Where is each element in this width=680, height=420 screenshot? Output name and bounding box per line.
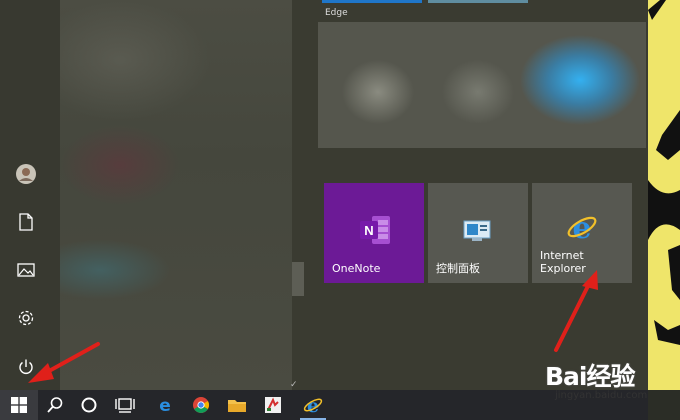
search-button[interactable]	[38, 390, 72, 420]
task-view-button[interactable]	[108, 390, 142, 420]
cortana-icon	[81, 397, 97, 413]
tile-onenote-label: OneNote	[332, 262, 381, 275]
power-icon[interactable]	[12, 353, 40, 381]
taskbar-edge[interactable]: e	[148, 390, 182, 420]
start-button[interactable]	[0, 390, 38, 420]
taskbar-file-explorer[interactable]	[220, 390, 254, 420]
watermark-logo: Bai经验	[545, 362, 636, 391]
taskbar-internet-explorer[interactable]: e	[296, 390, 330, 420]
windows-logo-icon	[11, 397, 27, 413]
app-list-scrollbar[interactable]	[292, 262, 304, 296]
taskbar-chrome[interactable]	[184, 390, 218, 420]
top-tile-blue[interactable]	[322, 0, 422, 3]
settings-gear-icon[interactable]	[12, 304, 40, 332]
task-view-icon	[115, 398, 135, 413]
tile-control-panel-label: 控制面板	[436, 262, 480, 275]
desktop-wallpaper	[648, 0, 680, 390]
start-menu: ✓ Edge N OneNote 控制面板 e Internet Explore…	[0, 0, 648, 390]
taskbar: e e	[0, 390, 648, 420]
file-explorer-icon	[228, 400, 246, 412]
cortana-button[interactable]	[72, 390, 106, 420]
pinned-app-icon	[265, 397, 281, 413]
taskbar-pinned-app[interactable]	[256, 390, 290, 420]
ie-icon: e	[303, 395, 323, 415]
watermark-url: jingyan.baidu.com	[555, 390, 648, 401]
tile-onenote[interactable]: N OneNote	[324, 183, 424, 283]
tile-ie-label: Internet Explorer	[540, 249, 586, 275]
top-tile-photo[interactable]	[428, 0, 528, 3]
documents-icon[interactable]	[12, 208, 40, 236]
wide-live-tile-blurred[interactable]	[318, 22, 646, 148]
search-icon	[47, 397, 63, 413]
svg-text:e: e	[572, 211, 591, 243]
svg-text:N: N	[364, 223, 373, 238]
user-avatar[interactable]	[12, 160, 40, 188]
edge-icon: e	[159, 396, 171, 414]
svg-text:e: e	[159, 396, 171, 414]
collapse-chevron-icon: ✓	[290, 380, 298, 390]
chrome-icon	[193, 397, 209, 413]
internet-explorer-icon: e	[567, 211, 597, 243]
app-list-blurred[interactable]	[60, 0, 292, 390]
baidu-jingyan-watermark: Bai经验 jingyan.baidu.com	[545, 357, 670, 401]
onenote-icon: N	[360, 216, 390, 244]
svg-text:e: e	[307, 395, 319, 415]
control-panel-icon	[463, 220, 491, 241]
tile-control-panel[interactable]: 控制面板	[428, 183, 528, 283]
top-tile-label: Edge	[325, 8, 348, 18]
pictures-icon[interactable]	[12, 256, 40, 284]
start-rail	[0, 0, 60, 390]
tile-internet-explorer[interactable]: e Internet Explorer	[532, 183, 632, 283]
